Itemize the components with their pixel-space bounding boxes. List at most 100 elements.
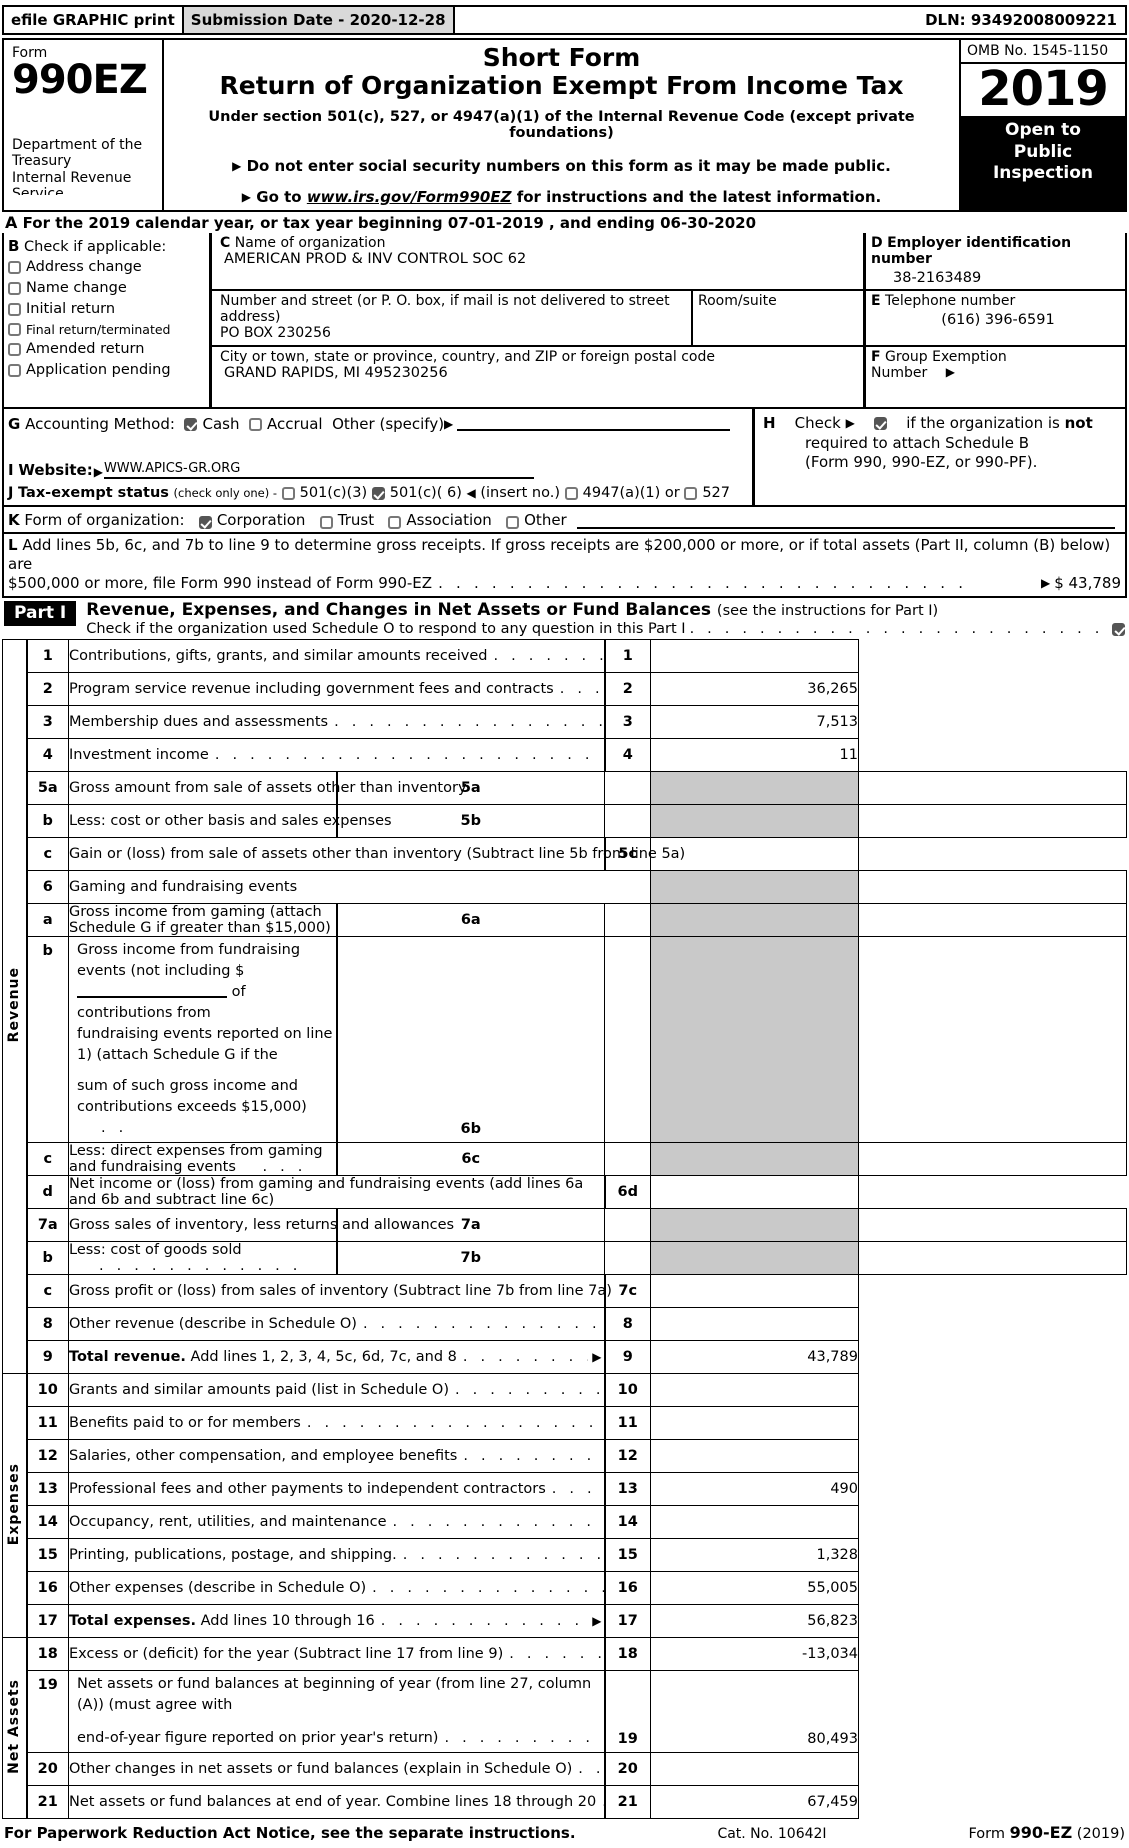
- checkbox-name-change[interactable]: Name change: [8, 280, 209, 297]
- line-amount[interactable]: 36,265: [650, 672, 859, 707]
- checkbox-4947a1-icon[interactable]: [564, 486, 578, 500]
- irs-form990ez-link[interactable]: www.irs.gov/Form990EZ: [307, 188, 512, 206]
- checkbox-schedule-b-icon[interactable]: [873, 417, 887, 430]
- sub-line-number: 6a: [335, 903, 605, 938]
- line-a-letter: A: [5, 213, 18, 232]
- checkbox-527-icon[interactable]: [684, 486, 698, 500]
- line-number: c: [26, 837, 69, 872]
- line-amount[interactable]: [650, 1307, 859, 1342]
- checkbox-association-icon[interactable]: [388, 516, 402, 529]
- line-number: a: [26, 903, 69, 938]
- telephone-value: (616) 396-6591: [941, 312, 1055, 328]
- line-amount[interactable]: 490: [650, 1472, 859, 1507]
- checkbox-icon[interactable]: [8, 323, 21, 337]
- sub-line-amount[interactable]: [604, 771, 651, 806]
- shaded-cell: [650, 1142, 859, 1177]
- line-amount[interactable]: [650, 1505, 859, 1540]
- table-row: Expenses 10 Grants and similar amounts p…: [2, 1373, 1127, 1639]
- tax-year: 2019: [978, 61, 1109, 117]
- efile-header-bar: efile GRAPHIC print Submission Date - 20…: [2, 5, 1127, 35]
- checkbox-final-return-terminated[interactable]: Final return/terminated: [8, 323, 209, 337]
- sub-line-amount[interactable]: [604, 1241, 651, 1276]
- checkbox-icon[interactable]: [8, 303, 21, 317]
- city-field[interactable]: City or town, state or province, country…: [212, 347, 863, 407]
- other-specify-input[interactable]: [457, 418, 730, 431]
- checkbox-icon[interactable]: [8, 261, 21, 275]
- other-org-type-input[interactable]: [576, 514, 1115, 529]
- empty-amount-cell: [858, 870, 1127, 905]
- checkbox-cash-icon[interactable]: [184, 417, 198, 431]
- triangle-pointer-icon: ▶: [93, 465, 103, 479]
- line-description: Gain or (loss) from sale of assets other…: [68, 837, 685, 872]
- line-amount[interactable]: [650, 1274, 859, 1309]
- table-row: 2 Program service revenue including gove…: [3, 672, 1127, 707]
- triangle-bullet-icon: ▶: [241, 190, 252, 204]
- table-row: c Gain or (loss) from sale of assets oth…: [3, 837, 1127, 872]
- line-amount[interactable]: 43,789: [650, 1340, 859, 1375]
- line-amount[interactable]: [650, 1439, 859, 1474]
- sub-line-amount[interactable]: [604, 804, 651, 839]
- checkbox-trust-icon[interactable]: [319, 516, 333, 529]
- table-row: 16 Other expenses (describe in Schedule …: [3, 1571, 1127, 1606]
- table-row: 20 Other changes in net assets or fund b…: [3, 1752, 1127, 1787]
- checkbox-corporation-icon[interactable]: [198, 516, 212, 529]
- section-g-accounting-method: G Accounting Method: Cash Accrual Other …: [8, 415, 752, 435]
- sub-line-amount[interactable]: [604, 1142, 651, 1177]
- checkbox-icon[interactable]: [8, 282, 21, 296]
- line-amount[interactable]: [650, 1373, 859, 1408]
- department-block: Department of the Treasury Internal Reve…: [12, 137, 154, 194]
- street-field[interactable]: Number and street (or P. O. box, if mail…: [212, 291, 691, 345]
- checkbox-initial-return[interactable]: Initial return: [8, 301, 209, 318]
- sub-line-amount[interactable]: [604, 936, 651, 1144]
- line-number: 18: [26, 1637, 69, 1672]
- contributions-amount-input[interactable]: [77, 985, 227, 999]
- triangle-bullet-icon: ▶: [232, 159, 242, 173]
- city-value: GRAND RAPIDS, MI 495230256: [224, 365, 448, 381]
- section-c-letter: C: [220, 235, 231, 251]
- line-amount[interactable]: 55,005: [650, 1571, 859, 1606]
- checkbox-schedule-o-icon[interactable]: [1112, 622, 1125, 636]
- checkbox-accrual-icon[interactable]: [249, 417, 263, 431]
- line-number: 12: [26, 1439, 69, 1474]
- org-name-field[interactable]: C Name of organization AMERICAN PROD & I…: [212, 233, 863, 291]
- line-amount[interactable]: 56,823: [650, 1604, 859, 1639]
- line-amount[interactable]: 7,513: [650, 705, 859, 740]
- ein-label: Employer identification number: [871, 235, 1072, 267]
- sub-line-amount[interactable]: [604, 903, 651, 938]
- checkbox-other-icon[interactable]: [506, 516, 520, 529]
- line-amount[interactable]: [650, 639, 859, 674]
- checkbox-icon[interactable]: [8, 363, 21, 377]
- line-amount[interactable]: 80,493: [650, 1670, 859, 1754]
- sub-line-number: 7b: [335, 1241, 605, 1276]
- sub-line-amount[interactable]: [604, 1208, 651, 1243]
- line-amount[interactable]: [650, 1406, 859, 1441]
- org-info-block: B Check if applicable: Address change Na…: [2, 233, 1127, 409]
- line-ref-number: 13: [603, 1472, 651, 1507]
- website-value[interactable]: WWW.APICS-GR.ORG: [103, 461, 534, 479]
- checkbox-amended-return[interactable]: Amended return: [8, 341, 209, 358]
- line-description: Net income or (loss) from gaming and fun…: [68, 1175, 605, 1210]
- room-suite-field[interactable]: Room/suite: [691, 291, 863, 345]
- line-number: d: [26, 1175, 69, 1210]
- masthead-right: OMB No. 1545-1150 2019 Open to Public In…: [961, 40, 1125, 210]
- line-amount[interactable]: -13,034: [650, 1637, 859, 1672]
- checkbox-address-change[interactable]: Address change: [8, 259, 209, 276]
- line-number: 11: [26, 1406, 69, 1441]
- section-h-line-3: (Form 990, 990-EZ, or 990-PF).: [805, 453, 1038, 471]
- line-amount[interactable]: [650, 1752, 859, 1787]
- checkbox-application-pending[interactable]: Application pending: [8, 362, 209, 379]
- ein-field[interactable]: D Employer identification number 38-2163…: [866, 233, 1125, 291]
- line-amount[interactable]: 11: [650, 738, 859, 773]
- group-exemption-label-2: Number: [871, 365, 928, 381]
- checkbox-501c3-icon[interactable]: [281, 486, 295, 500]
- group-exemption-field[interactable]: F Group Exemption Number ▶: [866, 347, 1125, 407]
- checkbox-501c6-icon[interactable]: [371, 486, 385, 500]
- checkbox-icon[interactable]: [8, 343, 21, 357]
- section-f-letter: F: [871, 349, 881, 365]
- telephone-field[interactable]: E Telephone number (616) 396-6591: [866, 291, 1125, 347]
- line-ref-number: 12: [603, 1439, 651, 1474]
- line-amount[interactable]: 67,459: [650, 1785, 859, 1820]
- line-amount[interactable]: 1,328: [650, 1538, 859, 1573]
- line-amount[interactable]: [650, 1175, 859, 1210]
- line-number: 20: [26, 1752, 69, 1787]
